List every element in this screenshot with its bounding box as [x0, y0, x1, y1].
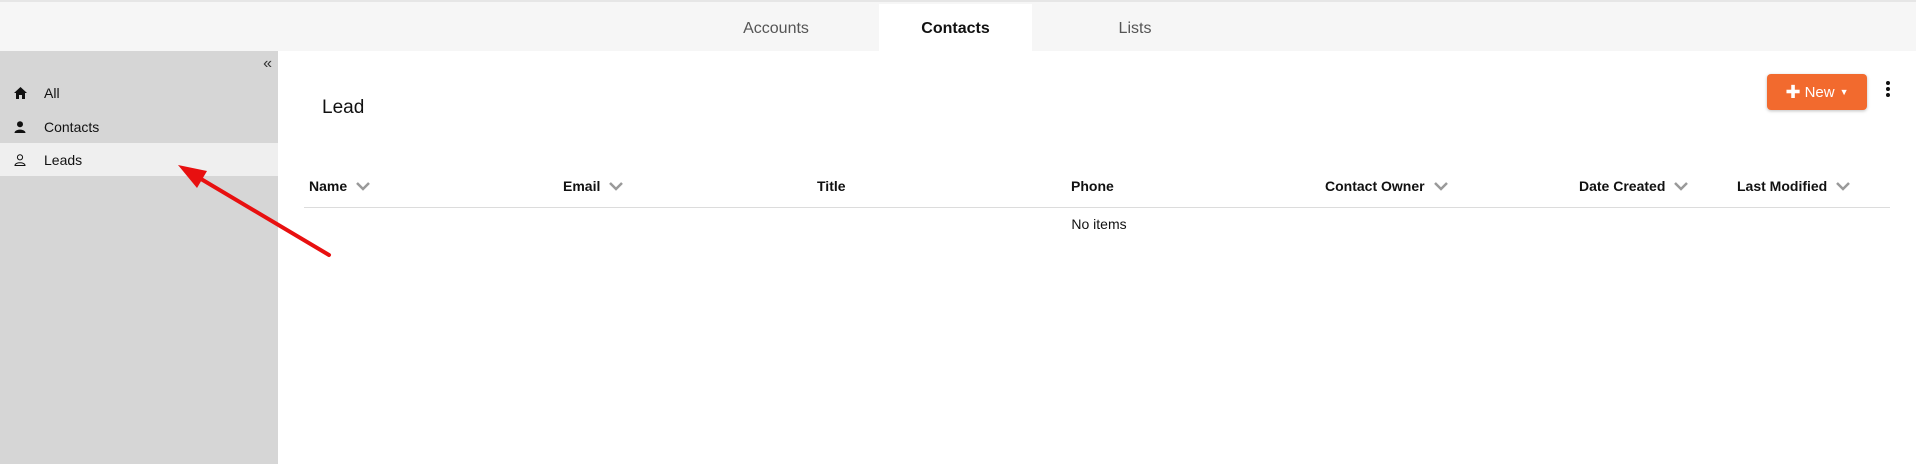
sidebar-item-label: Leads — [44, 151, 83, 168]
column-label: Phone — [1071, 178, 1114, 194]
sidebar-item-leads[interactable]: Leads — [0, 143, 278, 176]
column-label: Contact Owner — [1325, 178, 1425, 194]
column-header-email[interactable]: Email — [563, 164, 624, 208]
tab-contacts[interactable]: Contacts — [879, 4, 1032, 53]
column-label: Last Modified — [1737, 178, 1828, 194]
plus-icon: ✚ — [1785, 82, 1801, 102]
double-chevron-left-icon[interactable]: « — [263, 55, 272, 73]
chevron-down-icon — [1433, 182, 1448, 191]
table-header: Name Email Title Phone Contact Owner Dat… — [304, 164, 1890, 208]
chevron-down-icon — [609, 182, 624, 191]
column-label: Date Created — [1579, 178, 1666, 194]
column-header-title: Title — [817, 164, 846, 208]
sidebar-item-contacts[interactable]: Contacts — [0, 110, 278, 143]
column-label: Title — [817, 178, 846, 194]
top-tab-bar: Accounts Contacts Lists — [0, 0, 1916, 53]
tab-lists[interactable]: Lists — [1048, 4, 1222, 53]
main-content: Lead ✚ New ▼ Name Email Title Phone Cont… — [278, 51, 1916, 464]
column-label: Name — [309, 178, 348, 194]
chevron-down-icon — [356, 182, 371, 191]
chevron-down-icon — [1674, 182, 1689, 191]
page-title: Lead — [322, 97, 365, 118]
sidebar-item-label: All — [44, 84, 60, 101]
column-header-contact-owner[interactable]: Contact Owner — [1325, 164, 1448, 208]
new-button[interactable]: ✚ New ▼ — [1767, 74, 1867, 110]
chevron-down-icon: ▼ — [1839, 87, 1849, 97]
column-label: Email — [563, 178, 601, 194]
column-header-date-created[interactable]: Date Created — [1579, 164, 1689, 208]
tab-accounts[interactable]: Accounts — [689, 4, 863, 53]
sidebar: « All Contacts Leads — [0, 51, 278, 464]
empty-state-text: No items — [1071, 216, 1127, 232]
person-icon — [13, 120, 27, 134]
new-button-label: New — [1804, 83, 1835, 101]
column-header-name[interactable]: Name — [309, 164, 371, 208]
column-header-phone: Phone — [1071, 164, 1114, 208]
sidebar-item-label: Contacts — [44, 118, 100, 135]
person-outline-icon — [13, 153, 27, 167]
column-header-last-modified[interactable]: Last Modified — [1737, 164, 1851, 208]
chevron-down-icon — [1836, 182, 1851, 191]
kebab-icon[interactable] — [1882, 81, 1894, 103]
sidebar-item-all[interactable]: All — [0, 76, 278, 109]
home-icon — [13, 86, 27, 100]
